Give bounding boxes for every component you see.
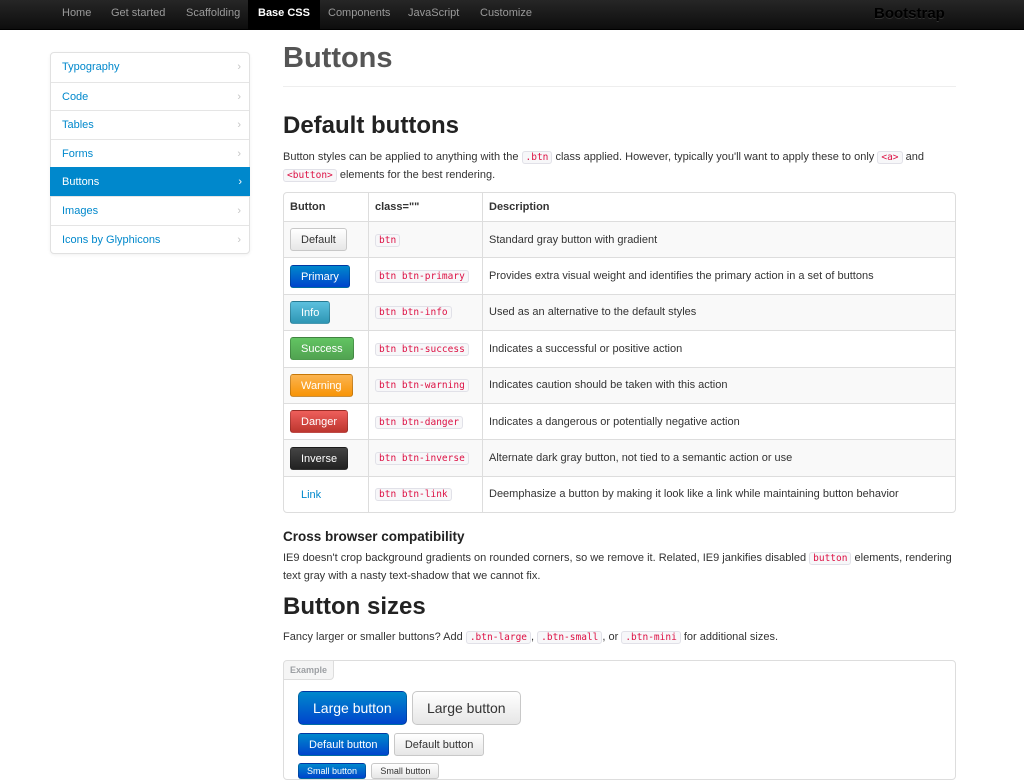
link-button[interactable]: Link (290, 483, 332, 506)
table-row: Primary btn btn-primary Provides extra v… (284, 257, 955, 294)
code-btn-large: .btn-large (465, 631, 532, 645)
table-row: Info btn btn-info Used as an alternative… (284, 293, 955, 331)
sidebar-item-icons[interactable]: Icons by Glyphicons › (51, 224, 249, 254)
row-description: Indicates a dangerous or potentially neg… (482, 402, 955, 440)
col-header-class: class="" (368, 193, 482, 221)
sidebar-item-tables[interactable]: Tables › (51, 110, 249, 139)
nav-customize[interactable]: Customize (470, 0, 542, 30)
sizes-paragraph: Fancy larger or smaller buttons? Add .bt… (283, 631, 779, 645)
col-header-description: Description (482, 193, 955, 221)
intro-paragraph: Button styles can be applied to anything… (283, 151, 924, 182)
danger-button[interactable]: Danger (290, 410, 349, 434)
small-primary-button[interactable]: Small button (298, 762, 367, 779)
nav-home[interactable]: Home (52, 0, 101, 30)
brand-logo[interactable]: Bootstrap (874, 0, 945, 30)
large-default-button[interactable]: Large button (411, 690, 521, 725)
title-divider (283, 86, 956, 87)
sidebar-item-label: Tables (62, 119, 94, 132)
default-default-button[interactable]: Default button (393, 732, 485, 756)
sidebar-item-label: Images (62, 204, 99, 217)
code-button: button (809, 552, 852, 566)
row-description: Deemphasize a button by making it look l… (482, 475, 955, 513)
code-btn-mini: .btn-mini (621, 631, 681, 645)
sidebar-item-buttons[interactable]: Buttons › (50, 167, 250, 196)
nav-base-css[interactable]: Base CSS (248, 0, 320, 30)
class-code: btn btn-info (375, 306, 452, 320)
table-header-row: Button class="" Description (284, 193, 955, 221)
page-title: Buttons (283, 42, 393, 74)
row-description: Indicates a successful or positive actio… (482, 330, 955, 367)
code-button-tag: <button> (283, 168, 337, 182)
chevron-right-icon: › (237, 61, 241, 73)
sidebar-nav: Typography › Code › Tables › Forms › But… (50, 52, 250, 255)
code-btn-small: .btn-small (537, 631, 603, 645)
chevron-right-icon: › (237, 119, 241, 132)
section-heading-default-buttons: Default buttons (283, 112, 459, 139)
nav-components[interactable]: Components (318, 0, 400, 30)
success-button[interactable]: Success (290, 337, 354, 361)
sidebar-item-label: Typography (62, 61, 120, 73)
section-heading-button-sizes: Button sizes (283, 593, 426, 621)
chevron-right-icon: › (237, 90, 241, 103)
row-description: Indicates caution should be taken with t… (482, 366, 955, 403)
table-row: Danger btn btn-danger Indicates a danger… (284, 402, 955, 440)
table-row: Success btn btn-success Indicates a succ… (284, 330, 955, 367)
code-btn: .btn (521, 151, 553, 164)
class-code: btn btn-link (375, 488, 452, 502)
class-code: btn btn-primary (375, 270, 469, 284)
chevron-right-icon: › (237, 147, 241, 160)
code-a-tag: <a> (877, 151, 903, 164)
compat-heading: Cross browser compatibility (283, 529, 465, 545)
inverse-button[interactable]: Inverse (290, 446, 349, 470)
table-row: Link btn btn-link Deemphasize a button b… (284, 475, 955, 513)
table-row: Inverse btn btn-inverse Alternate dark g… (284, 439, 955, 476)
chevron-right-icon: › (238, 176, 242, 189)
sidebar-item-label: Code (62, 90, 89, 103)
top-navbar: Home Get started Scaffolding Base CSS Co… (0, 0, 1024, 30)
main-content: Buttons Default buttons Button styles ca… (283, 40, 956, 780)
buttons-table: Button class="" Description Default btn … (283, 192, 956, 514)
large-primary-button[interactable]: Large button (298, 690, 407, 725)
row-description: Standard gray button with gradient (482, 221, 955, 258)
nav-get-started[interactable]: Get started (101, 0, 175, 30)
class-code: btn btn-inverse (375, 452, 469, 466)
default-button[interactable]: Default (290, 228, 347, 252)
chevron-right-icon: › (237, 204, 241, 217)
table-row: Warning btn btn-warning Indicates cautio… (284, 366, 955, 403)
class-code: btn (375, 233, 401, 247)
sidebar-item-label: Buttons (62, 176, 100, 189)
sidebar-item-label: Icons by Glyphicons (62, 233, 161, 246)
sidebar-item-forms[interactable]: Forms › (51, 138, 249, 168)
example-box: Example Large button Large button Defaul… (283, 659, 956, 780)
primary-button[interactable]: Primary (290, 264, 350, 288)
example-label: Example (284, 660, 335, 680)
table-row: Default btn Standard gray button with gr… (284, 221, 955, 258)
sidebar-item-images[interactable]: Images › (51, 195, 249, 225)
col-header-button: Button (290, 201, 326, 213)
warning-button[interactable]: Warning (290, 373, 353, 397)
small-default-button[interactable]: Small button (371, 762, 440, 779)
nav-javascript[interactable]: JavaScript (398, 0, 469, 30)
info-button[interactable]: Info (290, 300, 331, 324)
row-description: Provides extra visual weight and identif… (482, 257, 955, 294)
class-code: btn btn-warning (375, 379, 469, 393)
row-description: Alternate dark gray button, not tied to … (482, 439, 955, 476)
default-primary-button[interactable]: Default button (298, 732, 389, 756)
chevron-right-icon: › (237, 233, 241, 246)
row-description: Used as an alternative to the default st… (482, 293, 955, 331)
compat-paragraph: IE9 doesn't crop background gradients on… (283, 552, 952, 582)
class-code: btn btn-success (375, 342, 469, 356)
sidebar-item-typography[interactable]: Typography › (51, 53, 249, 82)
sidebar-item-label: Forms (62, 147, 94, 160)
class-code: btn btn-danger (375, 415, 464, 429)
nav-scaffolding[interactable]: Scaffolding (176, 0, 250, 30)
sidebar-item-code[interactable]: Code › (51, 81, 249, 111)
